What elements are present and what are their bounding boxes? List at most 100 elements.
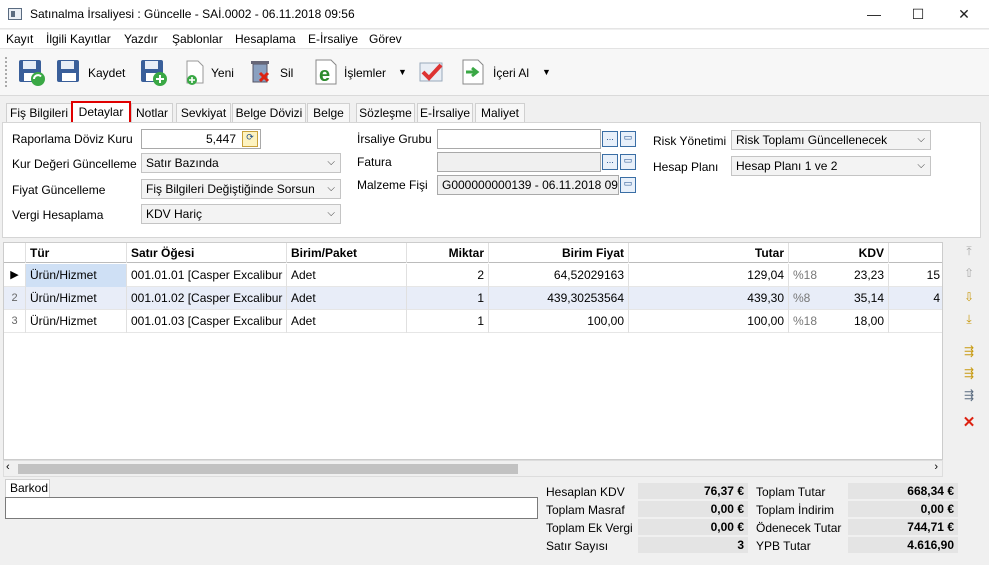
cell-birim-fiyat[interactable]: 64,52029163 [489, 264, 629, 287]
menu-hesaplama[interactable]: Hesaplama [235, 32, 296, 46]
hesap-label: Hesap Planı [653, 160, 719, 174]
save-refresh-button[interactable] [16, 57, 48, 89]
grup-lookup-button[interactable]: ... [602, 131, 618, 147]
col-satir-ogesi[interactable]: Satır Öğesi [127, 243, 287, 263]
risk-select[interactable]: Risk Toplamı Güncellenecek ⌵ [731, 130, 931, 150]
fatura-lookup-button[interactable]: ... [602, 154, 618, 170]
new-button[interactable]: Yeni [180, 57, 236, 89]
actions-menu-button[interactable]: e İşlemler ▼ [311, 57, 407, 89]
cell-birim[interactable]: Adet [287, 287, 407, 310]
malzeme-form-icon[interactable]: ▭ [620, 177, 636, 193]
malzeme-field[interactable]: G000000000139 - 06.11.2018 09 [437, 175, 619, 195]
kur-select[interactable]: Satır Bazında ⌵ [141, 153, 341, 173]
move-top-icon[interactable]: ⤒ [960, 242, 978, 260]
cell-kdv[interactable]: 18,00 [829, 310, 889, 333]
cell-kdv-oran[interactable]: %8 [789, 287, 829, 310]
scroll-right-icon[interactable]: › [934, 461, 938, 473]
cell-kdv-oran[interactable]: %18 [789, 310, 829, 333]
cell-satir-ogesi[interactable]: 001.01.02 [Casper Excalibur ... [127, 287, 287, 310]
scrollbar-thumb[interactable] [18, 464, 518, 474]
tab-e-irsaliye[interactable]: E-İrsaliye [417, 103, 473, 123]
save-new-button[interactable] [138, 57, 170, 89]
fatura-form-icon[interactable]: ▭ [620, 154, 636, 170]
cell-tutar[interactable]: 129,04 [629, 264, 789, 287]
row-indicator[interactable]: 2 [4, 287, 26, 310]
tab-sozlesme[interactable]: Sözleşme [356, 103, 415, 123]
cell-tur[interactable]: Ürün/Hizmet [26, 287, 127, 310]
cell-extra[interactable] [889, 310, 942, 333]
tab-maliyet[interactable]: Maliyet [475, 103, 525, 123]
copy-row-icon[interactable]: ⇶ [960, 386, 978, 404]
exchange-rate-icon[interactable]: ⟳ [242, 131, 258, 147]
menu-yazdir[interactable]: Yazdır [124, 32, 158, 46]
move-up-icon[interactable]: ⇧ [960, 264, 978, 282]
grup-form-icon[interactable]: ▭ [620, 131, 636, 147]
col-extra[interactable] [889, 243, 942, 263]
import-menu-button[interactable]: İçeri Al ▼ [458, 57, 554, 89]
hesap-select[interactable]: Hesap Planı 1 ve 2 ⌵ [731, 156, 931, 176]
cell-miktar[interactable]: 2 [407, 264, 489, 287]
barkod-input[interactable] [5, 497, 538, 519]
maximize-button[interactable]: ☐ [895, 0, 941, 29]
barkod-tab[interactable]: Barkod [5, 479, 50, 497]
actions-dropdown-icon: ▼ [398, 67, 407, 77]
col-miktar[interactable]: Miktar [407, 243, 489, 263]
row-indicator[interactable]: 3 [4, 310, 26, 333]
vergi-select[interactable]: KDV Hariç ⌵ [141, 204, 341, 224]
cell-tur[interactable]: Ürün/Hizmet [26, 310, 127, 333]
menu-e-irsaliye[interactable]: E-İrsaliye [308, 32, 358, 46]
tab-detaylar[interactable]: Detaylar [71, 101, 131, 124]
delete-button[interactable]: Sil [246, 57, 296, 89]
col-kdv[interactable]: KDV [789, 243, 889, 263]
tab-notlar[interactable]: Notlar [131, 103, 173, 123]
cell-birim-fiyat[interactable]: 100,00 [489, 310, 629, 333]
move-down-icon[interactable]: ⇩ [960, 288, 978, 306]
cell-miktar[interactable]: 1 [407, 310, 489, 333]
menu-ilgili-kayitlar[interactable]: İlgili Kayıtlar [46, 32, 111, 46]
tab-fis-bilgileri[interactable]: Fiş Bilgileri [6, 103, 72, 123]
scroll-left-icon[interactable]: ‹ [6, 461, 10, 473]
cell-tutar[interactable]: 439,30 [629, 287, 789, 310]
close-window-button[interactable]: ✕ [941, 0, 987, 29]
fatura-field[interactable] [437, 152, 601, 172]
fiyat-select[interactable]: Fiş Bilgileri Değiştiğinde Sorsun ⌵ [141, 179, 341, 199]
tab-belge[interactable]: Belge [307, 103, 350, 123]
cell-tutar[interactable]: 100,00 [629, 310, 789, 333]
minimize-button[interactable]: — [851, 0, 897, 29]
cell-birim[interactable]: Adet [287, 310, 407, 333]
cell-extra[interactable]: 4 [889, 287, 942, 310]
tab-sevkiyat[interactable]: Sevkiyat [176, 103, 231, 123]
cell-miktar[interactable]: 1 [407, 287, 489, 310]
save-button[interactable]: Kaydet [54, 57, 128, 89]
col-tur[interactable]: Tür [26, 243, 127, 263]
row-indicator[interactable]: ▶ [4, 264, 26, 287]
table-row[interactable]: 2 Ürün/Hizmet 001.01.02 [Casper Excalibu… [4, 287, 942, 310]
tab-belge-dovizi[interactable]: Belge Dövizi [232, 103, 306, 123]
menu-sablonlar[interactable]: Şablonlar [172, 32, 223, 46]
cell-extra[interactable]: 15 [889, 264, 942, 287]
move-bottom-icon[interactable]: ⤓ [960, 310, 978, 328]
cell-satir-ogesi[interactable]: 001.01.03 [Casper Excalibur ... [127, 310, 287, 333]
menu-gorev[interactable]: Görev [369, 32, 402, 46]
cell-kdv[interactable]: 23,23 [829, 264, 889, 287]
delete-row-icon[interactable]: ✕ [960, 414, 978, 432]
grup-field[interactable] [437, 129, 601, 149]
table-row[interactable]: 3 Ürün/Hizmet 001.01.03 [Casper Excalibu… [4, 310, 942, 333]
toolbar-grip[interactable] [5, 57, 8, 87]
cell-kdv-oran[interactable]: %18 [789, 264, 829, 287]
table-row[interactable]: ▶ Ürün/Hizmet 001.01.01 [Casper Excalibu… [4, 264, 942, 287]
menu-kayit[interactable]: Kayıt [6, 32, 33, 46]
col-birim-fiyat[interactable]: Birim Fiyat [489, 243, 629, 263]
cell-birim[interactable]: Adet [287, 264, 407, 287]
cell-kdv[interactable]: 35,14 [829, 287, 889, 310]
insert-row-icon[interactable]: ⇶ [960, 342, 978, 360]
cell-tur[interactable]: Ürün/Hizmet [26, 264, 127, 287]
col-birim[interactable]: Birim/Paket [287, 243, 407, 263]
horizontal-scrollbar[interactable]: ‹ › [3, 460, 943, 477]
cell-birim-fiyat[interactable]: 439,30253564 [489, 287, 629, 310]
insert-row-below-icon[interactable]: ⇶ [960, 364, 978, 382]
col-tutar[interactable]: Tutar [629, 243, 789, 263]
approve-button[interactable] [416, 57, 448, 89]
toplam-tutar-value: 668,34 € [848, 483, 958, 499]
cell-satir-ogesi[interactable]: 001.01.01 [Casper Excalibur ... [127, 264, 287, 287]
